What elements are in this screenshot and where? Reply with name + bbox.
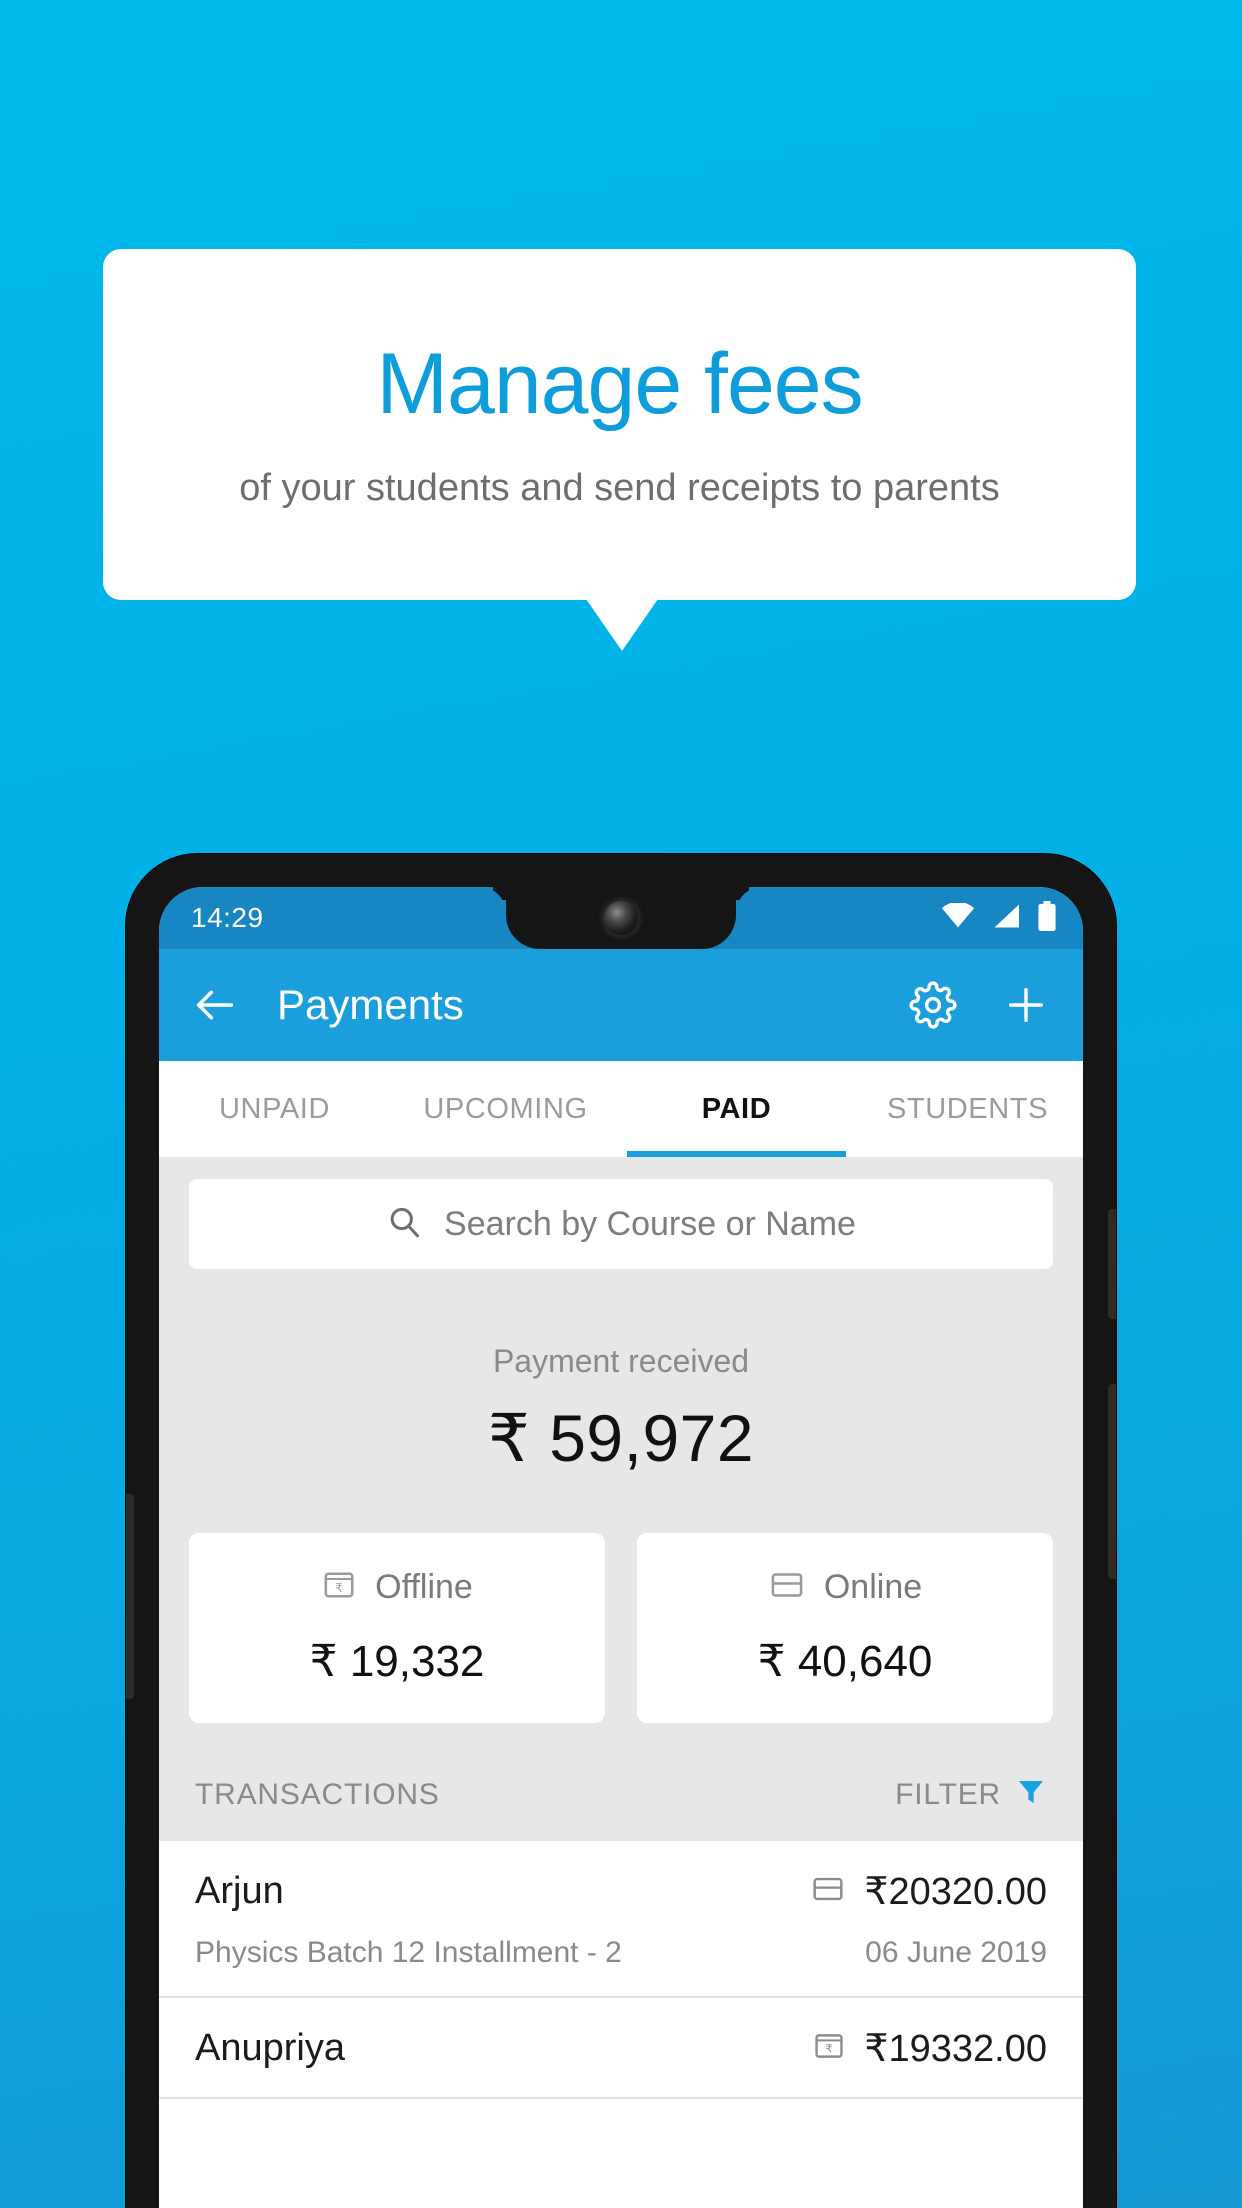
online-card-amount: ₹ 40,640 <box>757 1637 933 1686</box>
offline-card[interactable]: ₹ Offline ₹ 19,332 <box>189 1533 605 1723</box>
transaction-description: Physics Batch 12 Installment - 2 <box>195 1936 622 1969</box>
offline-card-head: ₹ Offline <box>189 1567 605 1608</box>
front-camera-icon <box>604 901 638 935</box>
promo-subtitle: of your students and send receipts to pa… <box>239 467 1000 510</box>
transaction-amount: ₹19332.00 <box>864 2028 1047 2070</box>
tab-unpaid-label: UNPAID <box>218 1092 331 1125</box>
tab-upcoming-label: UPCOMING <box>423 1092 588 1125</box>
tab-unpaid[interactable]: UNPAID <box>159 1061 390 1157</box>
tab-paid[interactable]: PAID <box>621 1061 852 1157</box>
transaction-primary-line: Arjun ₹20320.00 <box>195 1869 1047 1914</box>
transaction-amount: ₹20320.00 <box>864 1871 1047 1913</box>
tab-upcoming[interactable]: UPCOMING <box>390 1061 621 1157</box>
plus-icon[interactable] <box>1003 982 1049 1028</box>
funnel-icon <box>1015 1775 1047 1815</box>
transaction-primary-line: Anupriya ₹ ₹19332.00 <box>195 2026 1047 2071</box>
phone-volume-button-right <box>1108 1384 1116 1579</box>
search-placeholder: Search by Course or Name <box>444 1204 856 1243</box>
tab-bar: UNPAID UPCOMING PAID STUDENTS <box>159 1061 1083 1157</box>
search-input[interactable]: Search by Course or Name <box>189 1179 1053 1269</box>
transactions-list: Arjun ₹20320.00 Physics Batch 12 Install… <box>159 1841 1083 2099</box>
credit-card-icon <box>768 1567 806 1608</box>
search-section: Search by Course or Name <box>159 1157 1083 1289</box>
page-title: Payments <box>277 981 464 1028</box>
transaction-date: 06 June 2019 <box>865 1936 1047 1969</box>
transaction-name: Anupriya <box>195 2027 345 2069</box>
status-bar-time: 14:29 <box>191 902 264 933</box>
rupee-note-icon: ₹ <box>321 1567 357 1608</box>
tab-paid-label: PAID <box>701 1092 772 1125</box>
tab-students-label: STUDENTS <box>886 1092 1049 1125</box>
transaction-secondary-line: Physics Batch 12 Installment - 2 06 June… <box>195 1936 1047 1970</box>
promo-title: Manage fees <box>376 335 863 432</box>
offline-card-label: Offline <box>375 1568 473 1606</box>
rupee-note-icon: ₹ <box>812 2029 846 2068</box>
payment-method-cards: ₹ Offline ₹ 19,332 Online ₹ 40,640 <box>159 1485 1083 1753</box>
table-row[interactable]: Arjun ₹20320.00 Physics Batch 12 Install… <box>159 1841 1083 1998</box>
search-icon <box>386 1204 422 1245</box>
phone-screen: 14:29 Payments UNPAID UPCOMING PAID STUD… <box>159 887 1083 2208</box>
svg-text:₹: ₹ <box>335 1581 343 1595</box>
filter-button[interactable]: FILTER <box>895 1775 1047 1815</box>
transaction-amount-group: ₹20320.00 <box>810 1869 1047 1914</box>
gear-icon[interactable] <box>909 981 957 1029</box>
paid-tab-content: Search by Course or Name Payment receive… <box>159 1157 1083 1841</box>
offline-card-amount: ₹ 19,332 <box>309 1637 485 1686</box>
wifi-icon <box>941 901 975 934</box>
phone-notch <box>506 887 736 949</box>
svg-text:₹: ₹ <box>826 2042 833 2056</box>
back-arrow-icon[interactable] <box>193 985 237 1025</box>
signal-icon <box>991 903 1021 934</box>
phone-device-frame: 14:29 Payments UNPAID UPCOMING PAID STUD… <box>126 854 1116 2208</box>
app-bar: Payments <box>159 949 1083 1061</box>
phone-volume-button-left <box>126 1494 134 1699</box>
filter-label: FILTER <box>895 1778 1001 1811</box>
promo-bubble-tail <box>586 599 658 651</box>
promo-banner: Manage fees of your students and send re… <box>103 249 1136 600</box>
transactions-title: TRANSACTIONS <box>195 1778 440 1811</box>
transactions-header: TRANSACTIONS FILTER <box>159 1753 1083 1841</box>
table-row[interactable]: Anupriya ₹ ₹19332.00 <box>159 1998 1083 2099</box>
status-bar-icons <box>941 900 1057 936</box>
tab-students[interactable]: STUDENTS <box>852 1061 1083 1157</box>
transaction-amount-group: ₹ ₹19332.00 <box>812 2026 1047 2071</box>
status-bar: 14:29 <box>159 887 1083 949</box>
payment-received-label: Payment received <box>492 1343 750 1379</box>
transaction-name: Arjun <box>195 1870 284 1912</box>
payment-received-amount: ₹ 59,972 <box>487 1401 755 1475</box>
phone-power-button <box>1108 1209 1116 1319</box>
battery-icon <box>1037 900 1057 936</box>
online-card-label: Online <box>823 1568 923 1606</box>
payment-summary: Payment received ₹ 59,972 <box>159 1289 1083 1485</box>
online-card[interactable]: Online ₹ 40,640 <box>637 1533 1053 1723</box>
online-card-head: Online <box>637 1567 1053 1608</box>
credit-card-icon <box>810 1872 846 1911</box>
